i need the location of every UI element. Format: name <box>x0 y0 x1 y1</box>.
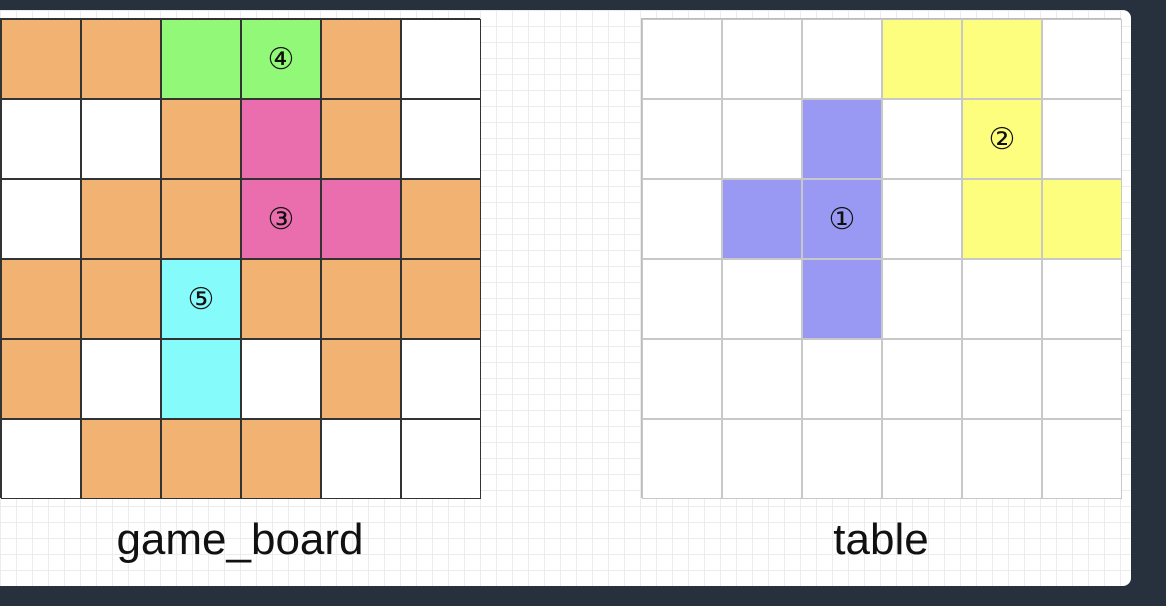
table-cell <box>642 99 722 179</box>
table-cell <box>962 339 1042 419</box>
table-cell <box>882 19 962 99</box>
piece-number: ② <box>988 121 1016 157</box>
table-cell <box>722 179 802 259</box>
piece-number: ③ <box>267 201 295 237</box>
board-cell <box>401 99 481 179</box>
board-cell <box>321 339 401 419</box>
table-cell <box>642 259 722 339</box>
table-cell <box>1042 99 1122 179</box>
diagram-canvas: ④③⑤ ②① game_board table <box>0 10 1131 586</box>
board-cell <box>161 19 241 99</box>
piece-number: ① <box>828 201 856 237</box>
board-cell <box>161 339 241 419</box>
table-cell <box>882 259 962 339</box>
board-cell <box>81 419 161 499</box>
board-cell: ⑤ <box>161 259 241 339</box>
board-cell <box>1 419 81 499</box>
board-cell <box>401 179 481 259</box>
table-cell <box>642 339 722 419</box>
board-cell <box>81 179 161 259</box>
table-cell <box>882 99 962 179</box>
board-cell <box>321 259 401 339</box>
board-cell <box>401 339 481 419</box>
piece-number: ⑤ <box>187 281 215 317</box>
table-cell <box>1042 179 1122 259</box>
table-cell <box>1042 339 1122 419</box>
board-cell <box>1 99 81 179</box>
table-cell <box>802 339 882 419</box>
board-cell <box>241 259 321 339</box>
table-cell <box>1042 259 1122 339</box>
table-cell <box>962 19 1042 99</box>
table-cell <box>642 179 722 259</box>
table-cell <box>962 179 1042 259</box>
board-cell <box>81 259 161 339</box>
table-cell <box>882 339 962 419</box>
table-cell <box>802 99 882 179</box>
piece-number: ④ <box>267 41 295 77</box>
board-cell <box>321 419 401 499</box>
table-cell <box>962 419 1042 499</box>
board-cell <box>161 419 241 499</box>
table-cell <box>882 419 962 499</box>
table-cell: ① <box>802 179 882 259</box>
board-cell <box>321 19 401 99</box>
table-grid: ②① <box>641 18 1122 499</box>
board-cell <box>161 179 241 259</box>
board-cell <box>241 99 321 179</box>
table-cell <box>802 19 882 99</box>
board-cell <box>161 99 241 179</box>
board-cell <box>401 19 481 99</box>
table-cell: ② <box>962 99 1042 179</box>
board-cell <box>81 339 161 419</box>
board-cell <box>321 99 401 179</box>
board-cell: ③ <box>241 179 321 259</box>
board-cell <box>81 19 161 99</box>
board-cell <box>401 419 481 499</box>
board-cell <box>1 19 81 99</box>
table-cell <box>882 179 962 259</box>
board-cell <box>1 259 81 339</box>
table-cell <box>802 419 882 499</box>
table-cell <box>1042 419 1122 499</box>
table-cell <box>722 419 802 499</box>
table-cell <box>722 99 802 179</box>
table-cell <box>802 259 882 339</box>
game-board-grid: ④ ③ ⑤ <box>0 18 481 499</box>
table-cell <box>722 259 802 339</box>
board-cell <box>1 179 81 259</box>
board-cell <box>81 99 161 179</box>
table-cell <box>642 419 722 499</box>
table-cell <box>962 259 1042 339</box>
table-cell <box>1042 19 1122 99</box>
board-cell <box>241 339 321 419</box>
table-cell <box>722 339 802 419</box>
board-cell: ④ <box>241 19 321 99</box>
board-cell <box>241 419 321 499</box>
table-cell <box>722 19 802 99</box>
table-cell <box>642 19 722 99</box>
board-cell <box>1 339 81 419</box>
game-board-label: game_board <box>116 515 364 564</box>
table-label: table <box>833 515 929 564</box>
board-cell <box>401 259 481 339</box>
board-cell <box>321 179 401 259</box>
